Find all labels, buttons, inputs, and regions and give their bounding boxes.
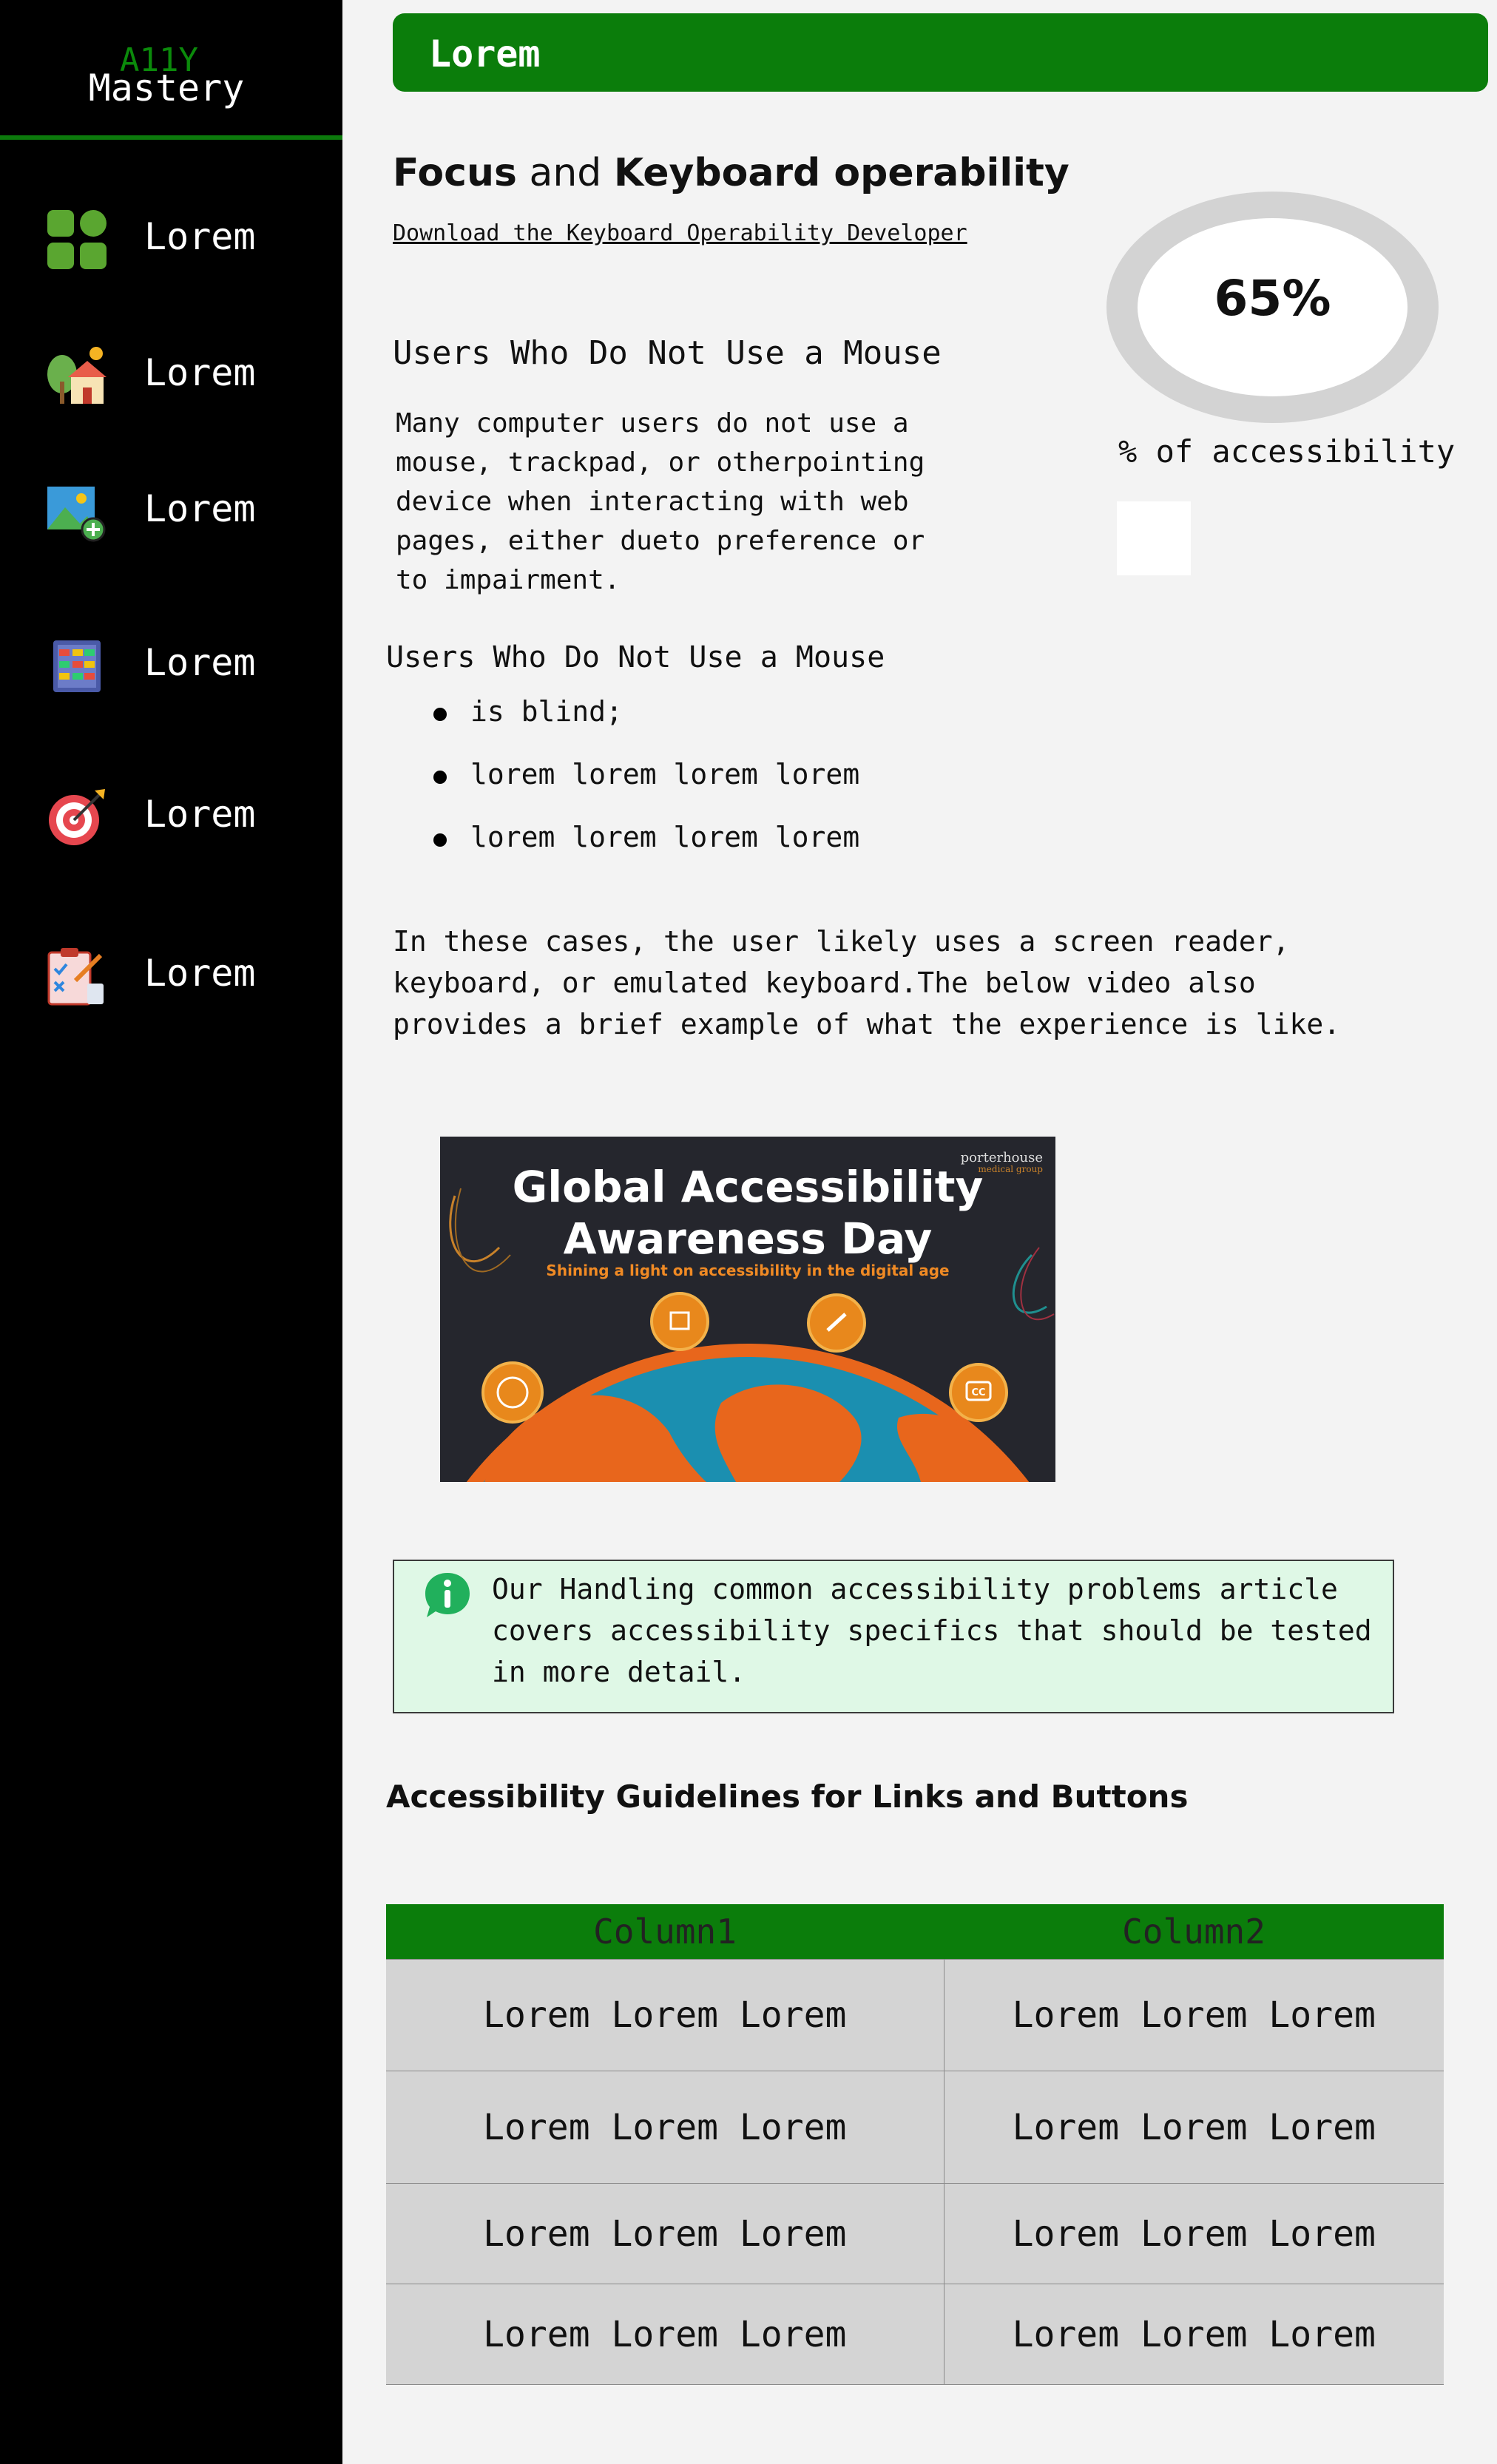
sidebar-item-label: Lorem xyxy=(144,215,256,258)
table-cell: Lorem Lorem Lorem xyxy=(386,2183,945,2284)
abacus-icon xyxy=(53,640,101,692)
gauge-center: 65% xyxy=(1138,218,1408,396)
table-cell: Lorem Lorem Lorem xyxy=(943,2071,1444,2184)
title-keyboard: Keyboard operability xyxy=(613,151,1069,195)
list-item: lorem lorem lorem lorem xyxy=(426,822,859,885)
table-row: Lorem Lorem Lorem Lorem Lorem Lorem xyxy=(386,2284,1444,2385)
section-heading-2: Users Who Do Not Use a Mouse xyxy=(386,640,885,674)
header-title: Lorem xyxy=(429,33,541,75)
house-icon xyxy=(47,347,107,404)
download-link[interactable]: Download the Keyboard Operability Develo… xyxy=(393,220,967,246)
sidebar-item-3[interactable]: Lorem xyxy=(0,473,342,547)
info-icon xyxy=(425,1573,470,1617)
table-cell: Lorem Lorem Lorem xyxy=(386,2071,945,2184)
sidebar: A11Y Mastery Lorem Lorem Lorem Lorem Lor… xyxy=(0,0,342,2464)
table-row: Lorem Lorem Lorem Lorem Lorem Lorem xyxy=(386,1959,1444,2071)
add-image-icon xyxy=(47,487,106,542)
sidebar-item-label: Lorem xyxy=(144,351,256,394)
logo-mastery: Mastery xyxy=(88,67,245,109)
sidebar-item-label: Lorem xyxy=(144,487,256,530)
sidebar-item-label: Lorem xyxy=(144,793,256,836)
sidebar-divider xyxy=(0,135,342,140)
title-focus: Focus xyxy=(393,151,517,195)
section-paragraph-1: Many computer users do not use a mouse, … xyxy=(396,408,925,595)
clipboard-checklist-icon xyxy=(47,948,104,1006)
cc-icon: CC xyxy=(971,1387,985,1398)
grid-icon xyxy=(47,210,107,269)
guidelines-heading: Accessibility Guidelines for Links and B… xyxy=(386,1778,1189,1815)
bullet-list: is blind; lorem lorem lorem lorem lorem … xyxy=(426,696,859,885)
banner-brand-sub: medical group xyxy=(978,1164,1043,1174)
title-and: and xyxy=(516,151,614,195)
column-header-1: Column1 xyxy=(386,1904,944,1960)
table-row: Lorem Lorem Lorem Lorem Lorem Lorem xyxy=(386,2183,1444,2284)
sidebar-item-5[interactable]: Lorem xyxy=(0,779,342,853)
table-cell: Lorem Lorem Lorem xyxy=(943,1959,1444,2071)
banner-title-1: Global Accessibility xyxy=(513,1162,984,1212)
sidebar-item-label: Lorem xyxy=(144,952,256,995)
guidelines-table: Column1 Column2 Lorem Lorem Lorem Lorem … xyxy=(386,1904,1444,2385)
sidebar-item-4[interactable]: Lorem xyxy=(0,627,342,701)
placeholder-box xyxy=(1117,501,1191,575)
table-header-row: Column1 Column2 xyxy=(386,1904,1444,1960)
table-cell: Lorem Lorem Lorem xyxy=(386,1959,945,2071)
banner-graphic: CC Global Accessibility Awareness Day Sh… xyxy=(440,1137,1055,1482)
info-text: Our Handling common accessibility proble… xyxy=(492,1573,1372,1688)
banner-brand: porterhouse xyxy=(961,1150,1043,1165)
banner-subtitle: Shining a light on accessibility in the … xyxy=(546,1262,949,1279)
section-heading-1: Users Who Do Not Use a Mouse xyxy=(393,334,942,372)
info-callout: Our Handling common accessibility proble… xyxy=(393,1560,1394,1713)
cases-paragraph: In these cases, the user likely uses a s… xyxy=(393,925,1341,1040)
gauge-value: 65% xyxy=(1214,270,1331,327)
page-title: Focus and Keyboard operability xyxy=(393,151,1069,195)
banner-title-2: Awareness Day xyxy=(564,1214,933,1264)
accessibility-gauge: 65% xyxy=(1106,192,1439,423)
target-icon xyxy=(49,789,105,845)
column-header-2: Column2 xyxy=(944,1904,1444,1960)
sidebar-item-label: Lorem xyxy=(144,641,256,684)
sidebar-item-6[interactable]: Lorem xyxy=(0,938,342,1012)
table-cell: Lorem Lorem Lorem xyxy=(943,2284,1444,2385)
header-bar: Lorem xyxy=(393,13,1488,92)
table-row: Lorem Lorem Lorem Lorem Lorem Lorem xyxy=(386,2071,1444,2184)
list-item: lorem lorem lorem lorem xyxy=(426,759,859,822)
gauge-caption: % of accessibility xyxy=(1118,433,1456,470)
sidebar-item-2[interactable]: Lorem xyxy=(0,337,342,411)
table-cell: Lorem Lorem Lorem xyxy=(943,2183,1444,2284)
table-cell: Lorem Lorem Lorem xyxy=(386,2284,945,2385)
awareness-day-banner[interactable]: CC Global Accessibility Awareness Day Sh… xyxy=(440,1137,1055,1482)
sidebar-item-1[interactable]: Lorem xyxy=(0,201,342,275)
list-item: is blind; xyxy=(426,696,859,759)
